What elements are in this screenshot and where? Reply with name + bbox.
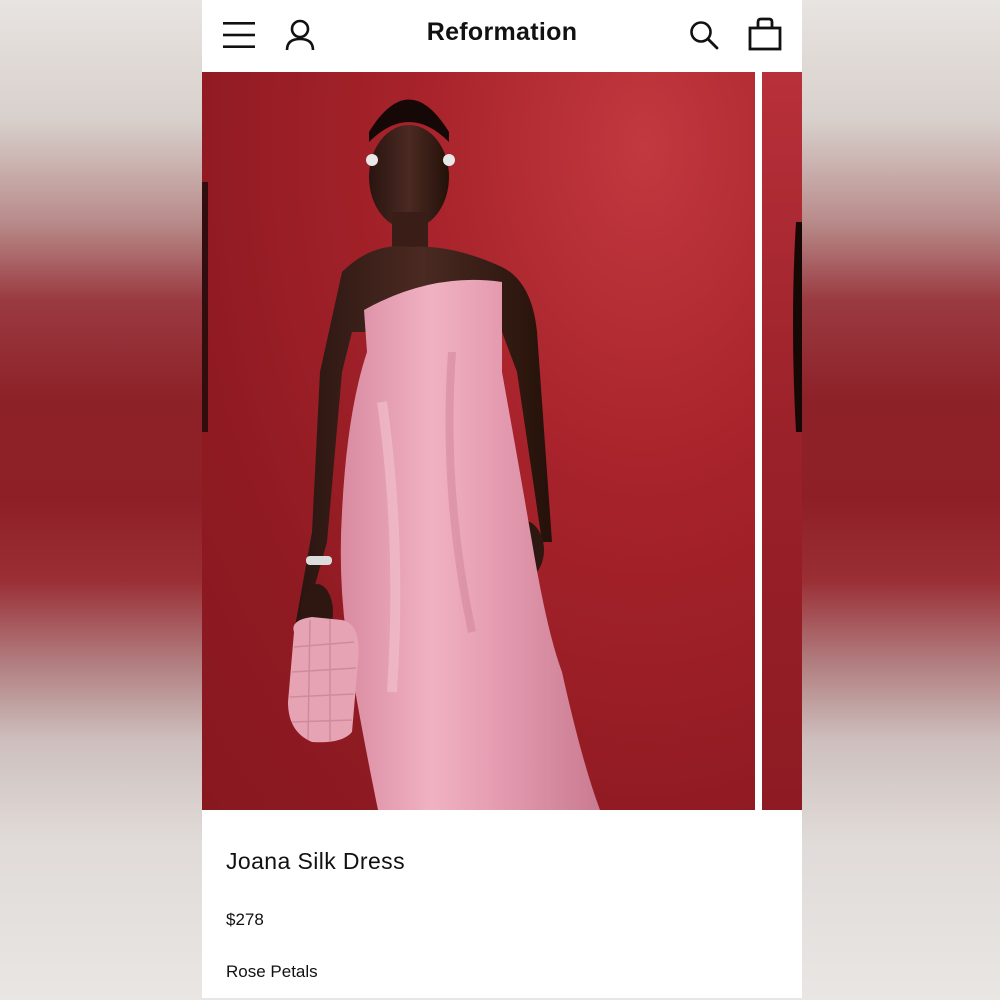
product-info: Joana Silk Dress $278 Rose Petals	[202, 810, 802, 1000]
search-icon[interactable]	[689, 20, 719, 50]
product-image-next-peek[interactable]	[762, 72, 802, 810]
model-photo-illustration	[202, 99, 600, 810]
product-image-carousel[interactable]	[202, 72, 802, 810]
bag-icon[interactable]	[747, 16, 783, 52]
product-color: Rose Petals	[226, 962, 318, 981]
product-price: $278	[226, 910, 264, 929]
blurred-background-left	[0, 0, 202, 1000]
brand-logo[interactable]: Reformation	[352, 18, 652, 47]
top-navigation-bar: Reformation	[202, 0, 802, 72]
account-icon[interactable]	[284, 18, 316, 52]
menu-icon[interactable]	[222, 20, 256, 50]
product-image-main[interactable]	[202, 72, 755, 810]
product-name[interactable]: Joana Silk Dress	[226, 848, 405, 875]
product-page: Reformation Joana Silk Dress $278 Rose P…	[202, 0, 802, 1000]
next-image-illustration	[793, 222, 802, 432]
blurred-background-right	[802, 0, 1000, 1000]
